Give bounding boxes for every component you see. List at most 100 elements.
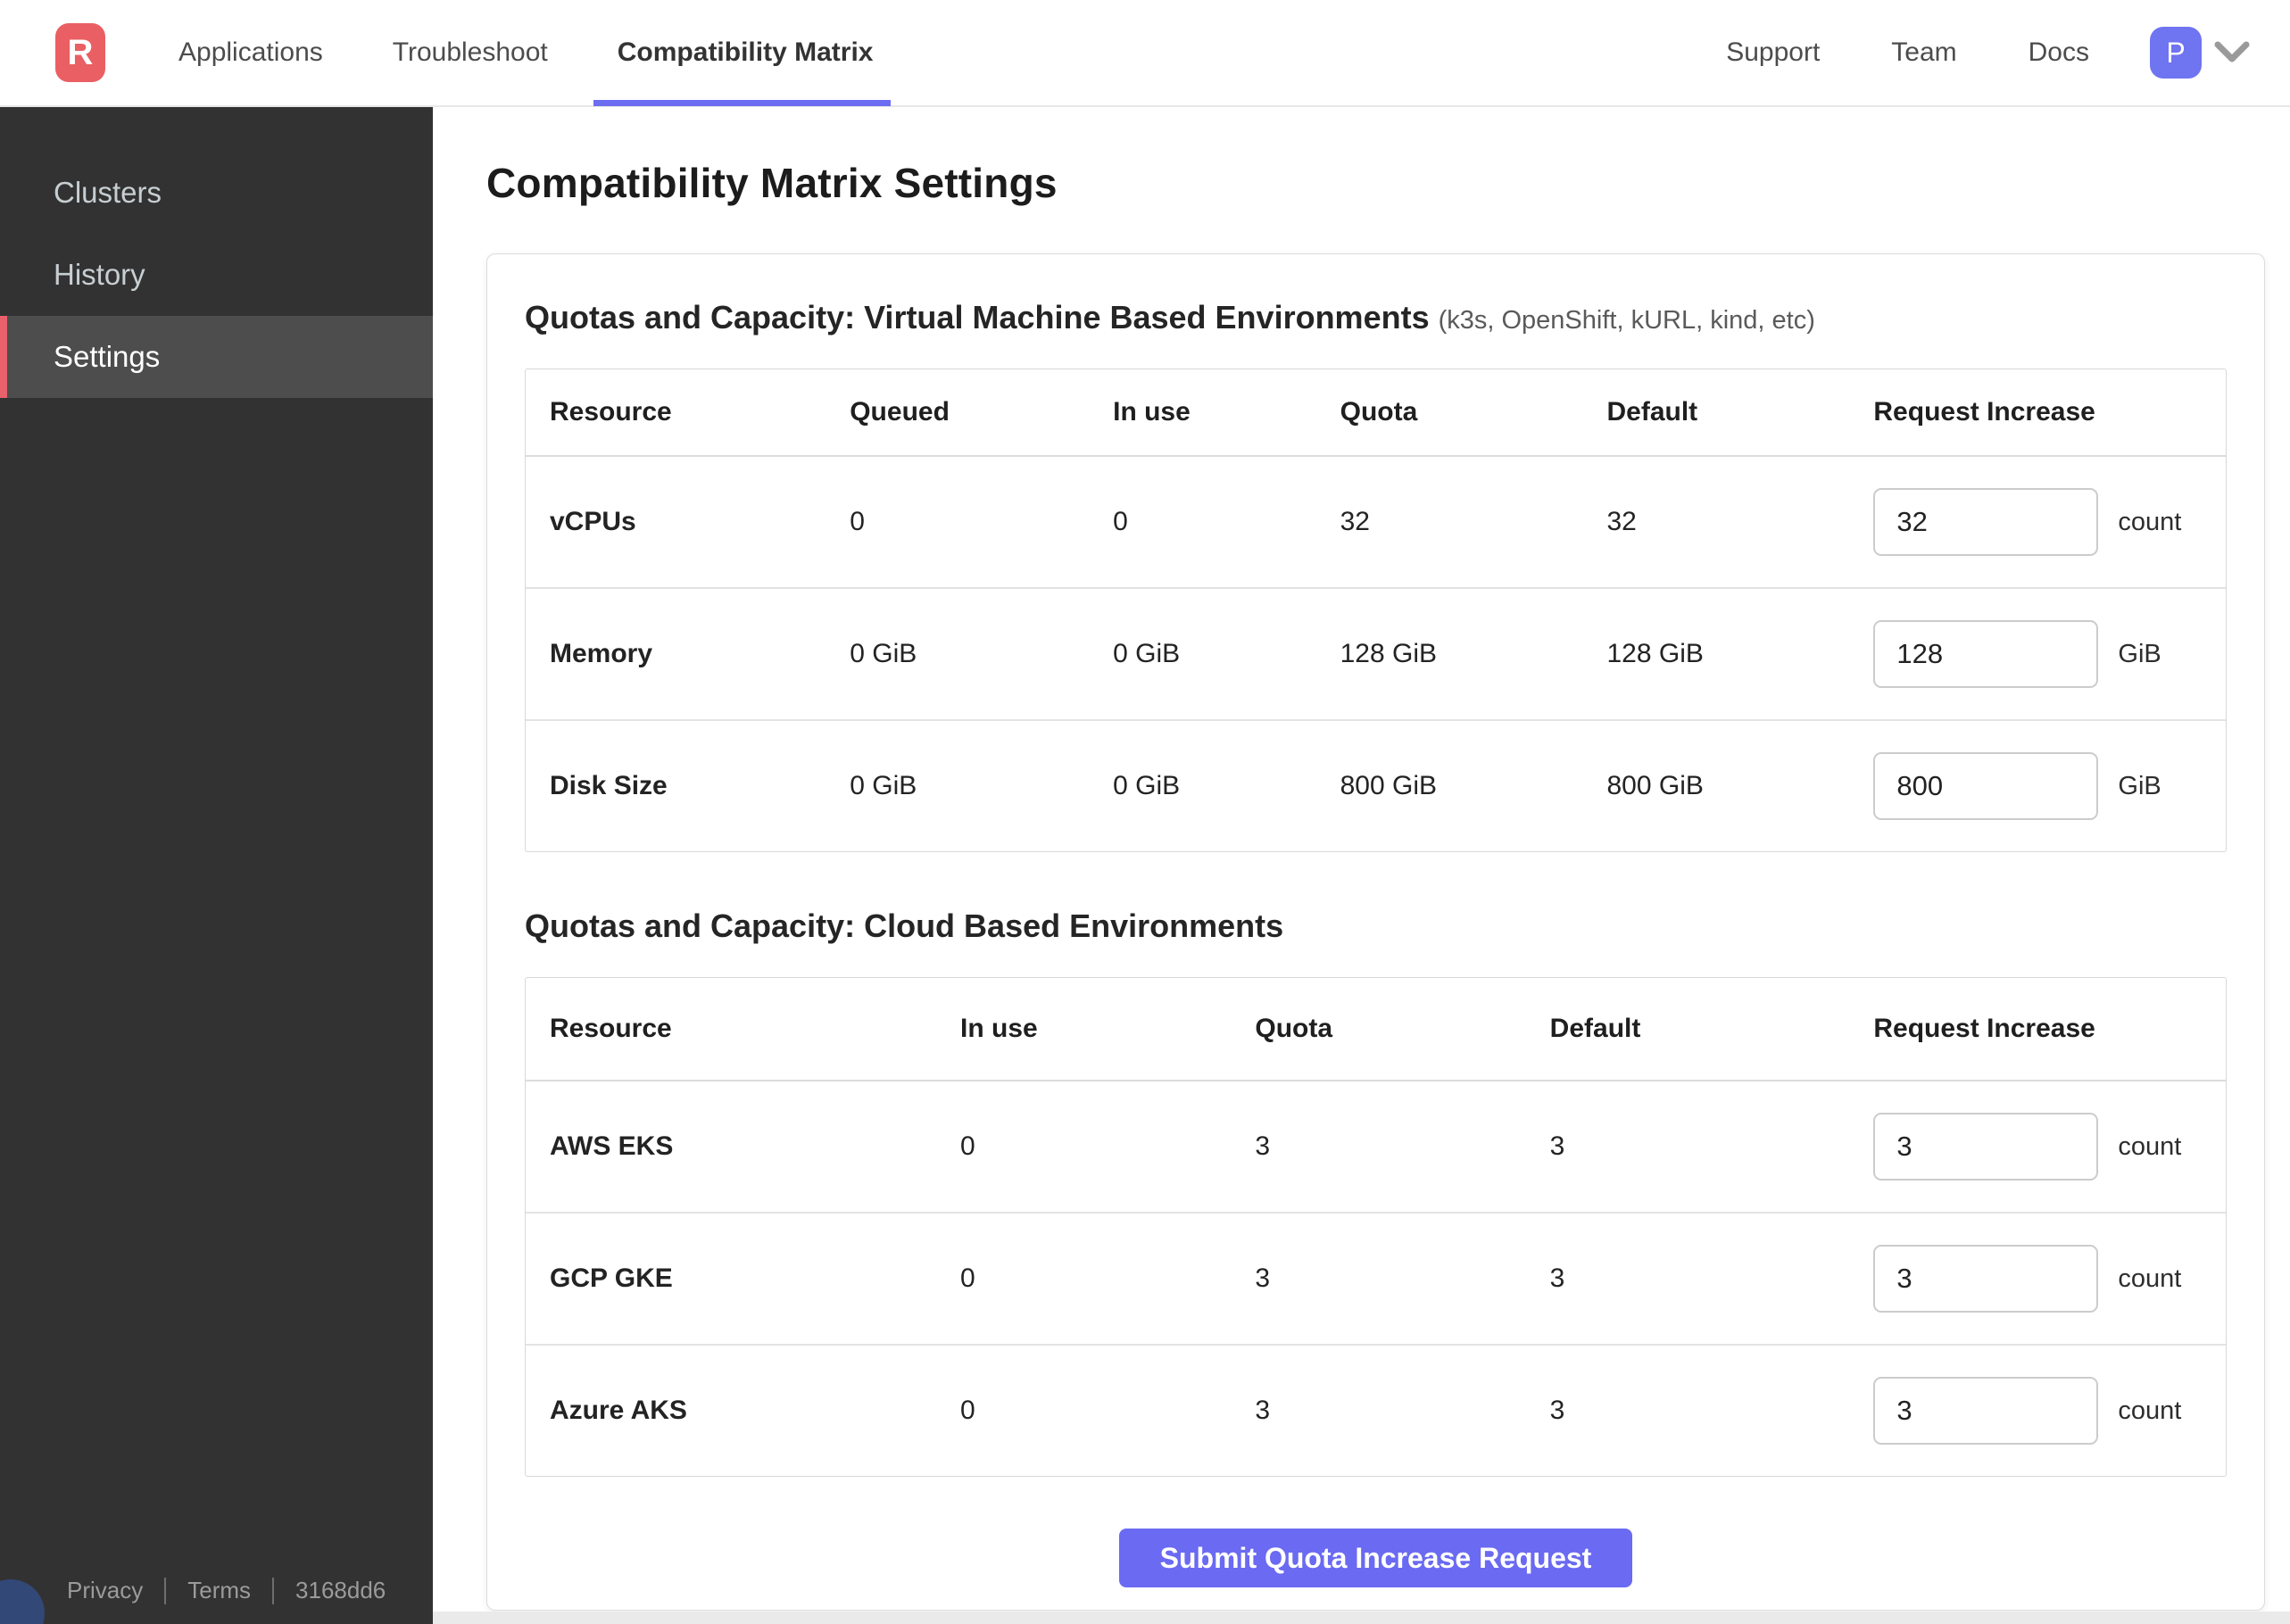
sidebar-item-label: Settings: [54, 340, 161, 373]
vm-quota-table: Resource Queued In use Quota Default Req…: [525, 369, 2227, 852]
cloud-section-title: Quotas and Capacity: Cloud Based Environ…: [525, 907, 1284, 944]
active-tab-underline: [593, 100, 892, 106]
cloud-quota-table: Resource In use Quota Default Request In…: [525, 977, 2227, 1477]
nav-item-label: Support: [1726, 37, 1821, 67]
quota-value: 32: [1340, 507, 1370, 536]
column-header-request-increase: Request Increase: [1873, 397, 2095, 427]
logo-letter: R: [67, 32, 94, 72]
column-header-resource: Resource: [550, 397, 672, 427]
queued-value: 0 GiB: [850, 771, 917, 800]
sidebar-item-history[interactable]: History: [0, 234, 433, 316]
default-value: 3: [1549, 1264, 1565, 1293]
nav-item-label: Docs: [2028, 37, 2089, 67]
cloud-table-header-row: Resource In use Quota Default Request In…: [526, 978, 2226, 1080]
page-bottom-strip: [433, 1612, 2290, 1624]
memory-request-input[interactable]: [1873, 620, 2099, 688]
request-increase-cell: count: [1849, 1377, 2226, 1445]
vcpus-request-input[interactable]: [1873, 488, 2099, 556]
disk-size-request-input[interactable]: [1873, 752, 2099, 820]
default-value: 800 GiB: [1606, 771, 1704, 800]
sidebar-item-clusters[interactable]: Clusters: [0, 152, 433, 234]
sidebar-item-settings[interactable]: Settings: [0, 316, 433, 398]
footer-divider: [164, 1577, 167, 1604]
column-header-quota: Quota: [1255, 1014, 1333, 1043]
nav-item-label: Applications: [178, 37, 323, 67]
terms-link[interactable]: Terms: [187, 1577, 251, 1604]
build-version: 3168dd6: [295, 1577, 386, 1603]
vm-section-title-text: Quotas and Capacity: Virtual Machine Bas…: [525, 299, 1430, 336]
nav-item-docs[interactable]: Docs: [2029, 0, 2089, 106]
unit-label: GiB: [2118, 639, 2161, 668]
quota-value: 800 GiB: [1340, 771, 1438, 800]
top-navigation-bar: R Applications Troubleshoot Compatibilit…: [0, 0, 2290, 107]
sidebar-item-label: History: [54, 258, 145, 291]
account-menu[interactable]: P: [2150, 27, 2250, 79]
column-header-in-use: In use: [960, 1014, 1038, 1043]
azure-aks-request-input[interactable]: [1873, 1377, 2099, 1445]
sidebar: Clusters History Settings Privacy Terms …: [0, 107, 433, 1624]
replicated-logo[interactable]: R: [55, 23, 105, 82]
table-row-memory: Memory 0 GiB 0 GiB 128 GiB 128 GiB GiB: [526, 587, 2226, 719]
nav-item-troubleshoot[interactable]: Troubleshoot: [393, 0, 548, 106]
primary-nav: Applications Troubleshoot Compatibility …: [178, 0, 892, 106]
unit-label: count: [2118, 507, 2182, 536]
avatar-initial: P: [2166, 36, 2186, 69]
quota-value: 3: [1255, 1264, 1271, 1293]
column-header-default: Default: [1549, 1014, 1641, 1043]
page-title: Compatibility Matrix Settings: [486, 160, 1058, 206]
vm-section-subtitle: (k3s, OpenShift, kURL, kind, etc): [1438, 306, 1815, 335]
resource-name: Memory: [550, 639, 653, 668]
nav-item-compatibility-matrix[interactable]: Compatibility Matrix: [593, 0, 892, 106]
nav-item-label: Team: [1891, 37, 1957, 67]
secondary-nav: Support Team Docs: [1726, 0, 2089, 106]
nav-item-support[interactable]: Support: [1726, 0, 1820, 106]
column-header-resource: Resource: [550, 1014, 672, 1043]
submit-quota-increase-button[interactable]: Submit Quota Increase Request: [1118, 1529, 1633, 1587]
resource-name: vCPUs: [550, 507, 636, 536]
resource-name: GCP GKE: [550, 1264, 673, 1293]
column-header-request-increase: Request Increase: [1873, 1014, 2095, 1043]
gcp-gke-request-input[interactable]: [1873, 1245, 2099, 1313]
request-increase-cell: count: [1849, 1113, 2226, 1181]
quota-value: 128 GiB: [1340, 639, 1438, 668]
vm-table-header-row: Resource Queued In use Quota Default Req…: [526, 369, 2226, 455]
settings-card: Quotas and Capacity: Virtual Machine Bas…: [486, 253, 2265, 1611]
request-increase-cell: GiB: [1849, 620, 2226, 688]
nav-item-label: Compatibility Matrix: [617, 37, 874, 67]
in-use-value: 0: [960, 1264, 975, 1293]
in-use-value: 0: [960, 1131, 975, 1161]
default-value: 128 GiB: [1606, 639, 1704, 668]
resource-name: Disk Size: [550, 771, 668, 800]
table-row-aws-eks: AWS EKS 0 3 3 count: [526, 1080, 2226, 1212]
nav-item-team[interactable]: Team: [1891, 0, 1956, 106]
table-row-azure-aks: Azure AKS 0 3 3 count: [526, 1344, 2226, 1476]
queued-value: 0: [850, 507, 865, 536]
table-row-gcp-gke: GCP GKE 0 3 3 count: [526, 1212, 2226, 1344]
privacy-link[interactable]: Privacy: [67, 1577, 143, 1604]
resource-name: Azure AKS: [550, 1396, 687, 1425]
nav-item-applications[interactable]: Applications: [178, 0, 323, 106]
default-value: 3: [1549, 1396, 1565, 1425]
sidebar-nav: Clusters History Settings: [0, 107, 433, 398]
chevron-down-icon[interactable]: [2214, 41, 2250, 64]
sidebar-item-label: Clusters: [54, 176, 162, 209]
footer-divider: [272, 1577, 275, 1604]
column-header-in-use: In use: [1113, 397, 1191, 427]
in-use-value: 0 GiB: [1113, 771, 1181, 800]
default-value: 3: [1549, 1131, 1565, 1161]
avatar[interactable]: P: [2150, 27, 2202, 79]
unit-label: count: [2118, 1396, 2182, 1425]
queued-value: 0 GiB: [850, 639, 917, 668]
default-value: 32: [1606, 507, 1637, 536]
unit-label: count: [2118, 1264, 2182, 1293]
column-header-quota: Quota: [1340, 397, 1418, 427]
table-row-vcpus: vCPUs 0 0 32 32 count: [526, 455, 2226, 587]
nav-item-label: Troubleshoot: [392, 37, 548, 67]
sidebar-footer: Privacy Terms 3168dd6: [0, 1577, 433, 1604]
resource-name: AWS EKS: [550, 1131, 674, 1161]
aws-eks-request-input[interactable]: [1873, 1113, 2099, 1181]
column-header-queued: Queued: [850, 397, 950, 427]
column-header-default: Default: [1606, 397, 1698, 427]
unit-label: GiB: [2118, 771, 2161, 800]
in-use-value: 0 GiB: [1113, 639, 1181, 668]
